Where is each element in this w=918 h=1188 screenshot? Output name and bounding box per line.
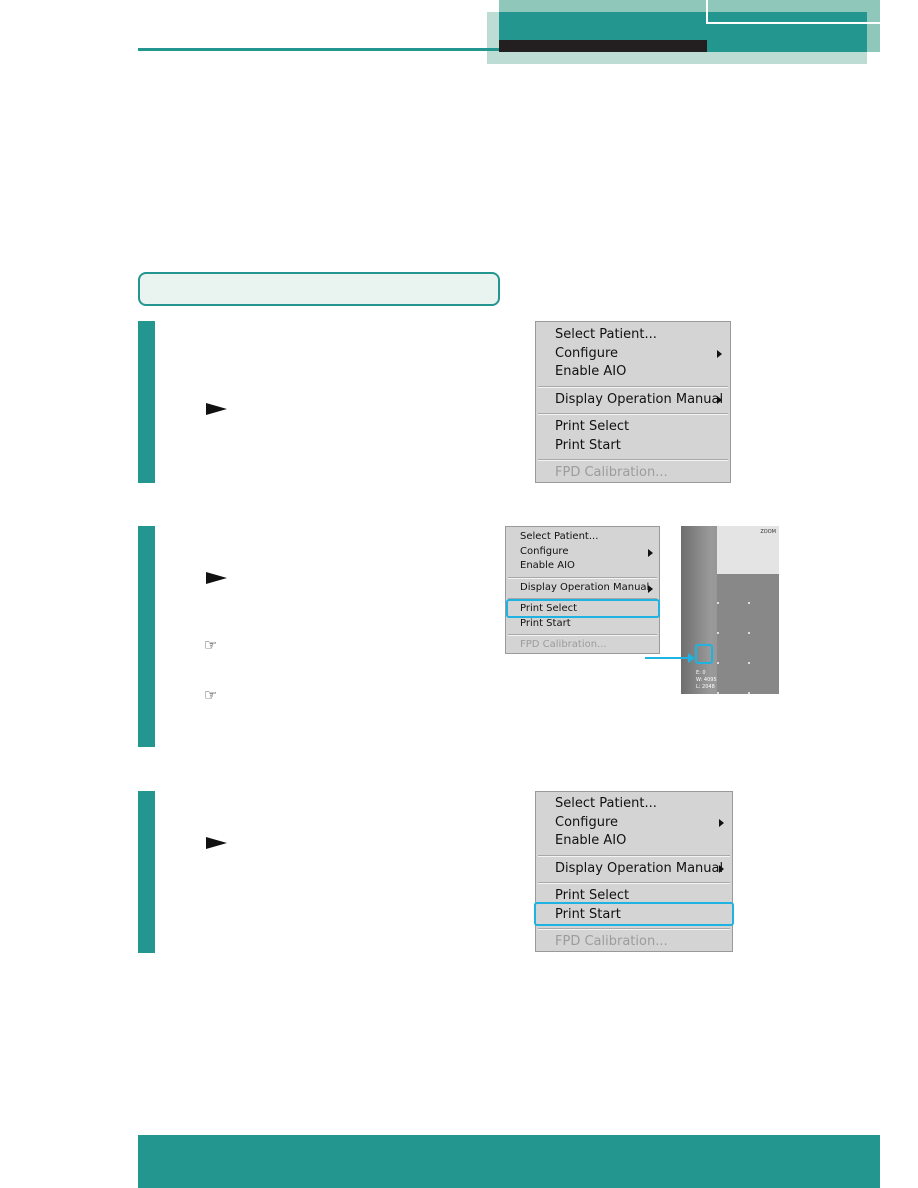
- menu-item-display-operation-manual[interactable]: Display Operation Manual: [536, 861, 732, 876]
- section-heading-box: [138, 272, 500, 306]
- step-arrow-icon: [206, 572, 227, 584]
- highlight-print-start: [534, 902, 734, 926]
- submenu-arrow-icon: [648, 549, 653, 557]
- menu-item-print-select[interactable]: Print Select: [536, 888, 732, 903]
- viewer-screenshot: ZOOM E: 0 W: 4095 L: 2048: [681, 526, 779, 694]
- menu-item-fpd-calibration: FPD Calibration...: [555, 465, 668, 480]
- menu-item-enable-aio[interactable]: Enable AIO: [536, 364, 730, 379]
- step-2-bar: [138, 526, 155, 747]
- footer-band: [138, 1135, 880, 1188]
- menu-item-enable-aio[interactable]: Enable AIO: [536, 833, 732, 848]
- header-frame-line: [706, 0, 880, 24]
- callout-arrowhead-icon: [688, 653, 695, 663]
- menu-item-configure[interactable]: Configure: [536, 346, 730, 361]
- step-arrow-icon: [206, 403, 227, 415]
- submenu-arrow-icon: [719, 819, 724, 827]
- menu-separator: [508, 634, 657, 636]
- menu-separator: [538, 413, 728, 415]
- reference-hand-icon: ☞: [204, 636, 218, 654]
- viewer-toolbar: ZOOM: [717, 526, 779, 574]
- highlight-print-icon: [695, 644, 713, 664]
- context-menu-2: Select Patient... Configure Enable AIO D…: [505, 526, 660, 654]
- menu-item-fpd-calibration: FPD Calibration...: [555, 934, 668, 949]
- image-readout: E: 0 W: 4095 L: 2048: [696, 670, 717, 690]
- step-arrow-icon: [206, 837, 227, 849]
- step-1-bar: [138, 321, 155, 483]
- menu-item-configure[interactable]: Configure: [506, 546, 659, 557]
- callout-line: [645, 657, 689, 659]
- menu-separator: [538, 386, 728, 388]
- menu-item-select-patient[interactable]: Select Patient...: [506, 531, 659, 542]
- header-band-dark: [499, 40, 707, 52]
- thumbnail-grid: [717, 574, 779, 694]
- context-menu-1: Select Patient... Configure Enable AIO D…: [535, 321, 731, 483]
- menu-separator: [508, 577, 657, 579]
- submenu-arrow-icon: [648, 585, 653, 593]
- context-menu-3: Select Patient... Configure Enable AIO D…: [534, 791, 734, 952]
- submenu-arrow-icon: [717, 396, 722, 404]
- menu-item-select-patient[interactable]: Select Patient...: [536, 327, 730, 342]
- menu-item-print-start[interactable]: Print Start: [536, 438, 730, 453]
- submenu-arrow-icon: [717, 350, 722, 358]
- menu-item-fpd-calibration: FPD Calibration...: [520, 639, 607, 650]
- menu-separator: [538, 459, 728, 461]
- menu-item-enable-aio[interactable]: Enable AIO: [506, 560, 659, 571]
- menu-item-configure[interactable]: Configure: [536, 815, 732, 830]
- menu-item-select-patient[interactable]: Select Patient...: [536, 796, 732, 811]
- menu-separator: [538, 855, 730, 857]
- menu-separator: [538, 928, 730, 930]
- menu-item-print-select[interactable]: Print Select: [536, 419, 730, 434]
- submenu-arrow-icon: [719, 865, 724, 873]
- highlight-print-select: [506, 599, 660, 618]
- menu-item-display-operation-manual[interactable]: Display Operation Manual: [536, 392, 730, 407]
- header-rule: [138, 48, 499, 51]
- step-3-bar: [138, 791, 155, 953]
- menu-separator: [538, 882, 730, 884]
- reference-hand-icon: ☞: [204, 686, 218, 704]
- menu-item-display-operation-manual[interactable]: Display Operation Manual: [506, 582, 659, 593]
- menu-item-print-start[interactable]: Print Start: [506, 618, 659, 629]
